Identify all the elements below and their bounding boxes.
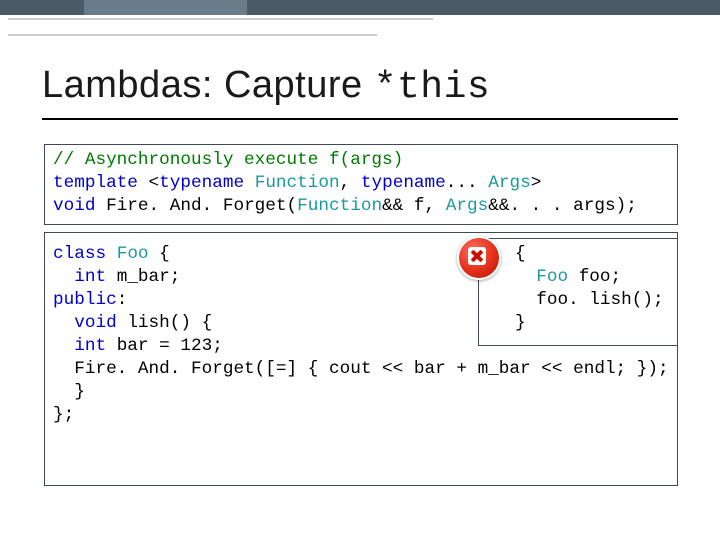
title-mono: *this	[374, 66, 491, 109]
top-thin-line-2	[8, 34, 377, 36]
title-underline	[42, 118, 678, 120]
top-bar-accent	[84, 0, 247, 15]
side-code-box: { Foo foo; foo. lish(); }	[478, 238, 678, 346]
slide: Lambdas: Capture *this // Asynchronously…	[0, 0, 720, 540]
error-icon	[454, 233, 500, 279]
side-code: { Foo foo; foo. lish(); }	[515, 243, 669, 335]
code-box-1: // Asynchronously execute f(args) templa…	[44, 144, 678, 225]
code1-comment: // Asynchronously execute f(args)	[53, 150, 403, 170]
code-1: // Asynchronously execute f(args) templa…	[53, 149, 669, 218]
title-prefix: Lambdas: Capture	[42, 64, 374, 106]
top-decoration	[0, 0, 720, 34]
top-thin-line-1	[8, 18, 433, 20]
slide-title: Lambdas: Capture *this	[42, 64, 490, 109]
